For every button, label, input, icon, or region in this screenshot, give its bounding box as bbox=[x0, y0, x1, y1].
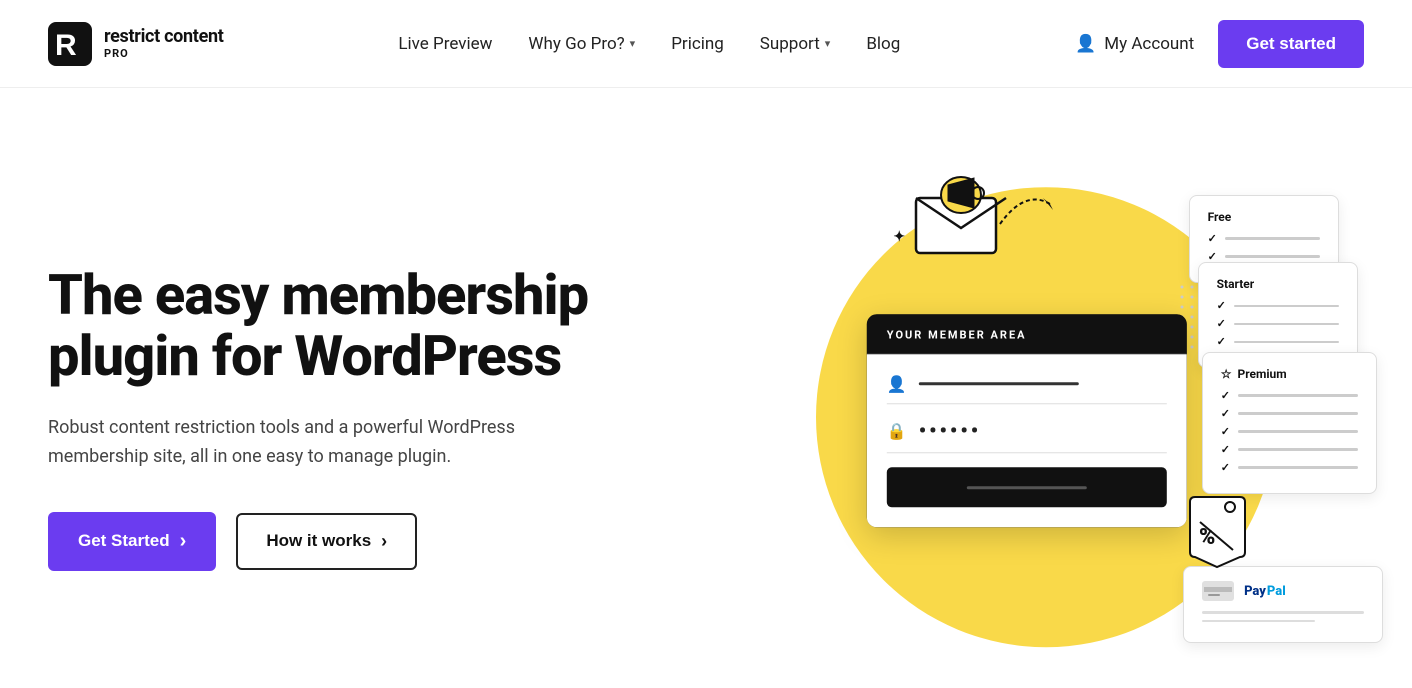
card-row: ✓ bbox=[1221, 443, 1358, 456]
payment-line-1 bbox=[1202, 611, 1364, 614]
get-started-header-button[interactable]: Get started bbox=[1218, 20, 1364, 68]
star-decoration-3: ✦ bbox=[893, 229, 905, 245]
password-dots: •••••• bbox=[919, 418, 981, 442]
lock-icon: 🔒 bbox=[887, 421, 907, 440]
card-row: ✓ bbox=[1221, 407, 1358, 420]
submit-line bbox=[967, 486, 1087, 489]
hero-section: The easy membership plugin for WordPress… bbox=[0, 88, 1412, 688]
password-field: 🔒 •••••• bbox=[887, 418, 1167, 453]
member-card-body: 👤 🔒 •••••• bbox=[867, 354, 1187, 527]
get-started-hero-button[interactable]: Get Started › bbox=[48, 512, 216, 571]
user-icon: 👤 bbox=[1075, 34, 1096, 54]
card-starter-title: Starter bbox=[1217, 277, 1339, 291]
arrow-right-icon: › bbox=[180, 530, 187, 553]
paypal-logo: PayPal bbox=[1244, 584, 1286, 599]
discount-tag: % bbox=[1185, 492, 1250, 576]
site-header: R restrict content PRO Live Preview Why … bbox=[0, 0, 1412, 88]
payment-icons-row: PayPal bbox=[1202, 581, 1364, 601]
logo[interactable]: R restrict content PRO bbox=[48, 22, 224, 66]
payment-line-2 bbox=[1202, 620, 1315, 623]
user-field-icon: 👤 bbox=[887, 374, 907, 393]
nav-pricing[interactable]: Pricing bbox=[671, 34, 724, 54]
my-account-link[interactable]: 👤 My Account bbox=[1075, 34, 1194, 54]
logo-icon: R bbox=[48, 22, 92, 66]
nav-support[interactable]: Support ▾ bbox=[760, 34, 831, 54]
hero-buttons: Get Started › How it works › bbox=[48, 512, 688, 571]
logo-name: restrict content bbox=[104, 28, 224, 46]
star-premium-icon: ☆ bbox=[1221, 367, 1232, 381]
member-area-card: YOUR MEMBER AREA 👤 🔒 •••••• bbox=[867, 314, 1187, 527]
arrow-right-icon: › bbox=[381, 531, 387, 552]
hero-subtitle: Robust content restriction tools and a p… bbox=[48, 414, 568, 472]
payment-card: PayPal bbox=[1183, 566, 1383, 643]
card-row: ✓ bbox=[1208, 232, 1320, 245]
main-nav: Live Preview Why Go Pro? ▾ Pricing Suppo… bbox=[398, 34, 900, 54]
credit-card-icon bbox=[1202, 581, 1234, 601]
chevron-down-icon: ▾ bbox=[630, 37, 636, 50]
header-right: 👤 My Account Get started bbox=[1075, 20, 1364, 68]
hero-left: The easy membership plugin for WordPress… bbox=[48, 245, 728, 571]
how-it-works-button[interactable]: How it works › bbox=[236, 513, 417, 570]
card-row: ✓ bbox=[1208, 250, 1320, 263]
card-premium-title: ☆ Premium bbox=[1221, 367, 1358, 381]
svg-text:R: R bbox=[55, 29, 77, 62]
pricing-card-premium: ☆ Premium ✓ ✓ ✓ ✓ ✓ bbox=[1202, 352, 1377, 494]
username-line bbox=[919, 382, 1079, 385]
member-card-header: YOUR MEMBER AREA bbox=[867, 314, 1187, 354]
hero-title: The easy membership plugin for WordPress bbox=[48, 265, 688, 386]
card-row: ✓ bbox=[1221, 389, 1358, 402]
card-row: ✓ bbox=[1221, 461, 1358, 474]
nav-live-preview[interactable]: Live Preview bbox=[398, 34, 492, 54]
chevron-down-icon: ▾ bbox=[825, 37, 831, 50]
card-free-title: Free bbox=[1208, 210, 1320, 224]
hero-illustration: ✦ ★ ✦ Y bbox=[728, 128, 1364, 688]
card-row: ✓ bbox=[1217, 299, 1339, 312]
logo-pro: PRO bbox=[104, 48, 224, 59]
card-row: ✓ bbox=[1217, 335, 1339, 348]
card-row: ✓ bbox=[1217, 317, 1339, 330]
member-card-submit bbox=[887, 467, 1167, 507]
nav-why-go-pro[interactable]: Why Go Pro? ▾ bbox=[528, 34, 635, 54]
arrow-decoration bbox=[995, 184, 1055, 241]
card-row: ✓ bbox=[1221, 425, 1358, 438]
nav-blog[interactable]: Blog bbox=[866, 34, 900, 54]
username-field: 👤 bbox=[887, 374, 1167, 404]
